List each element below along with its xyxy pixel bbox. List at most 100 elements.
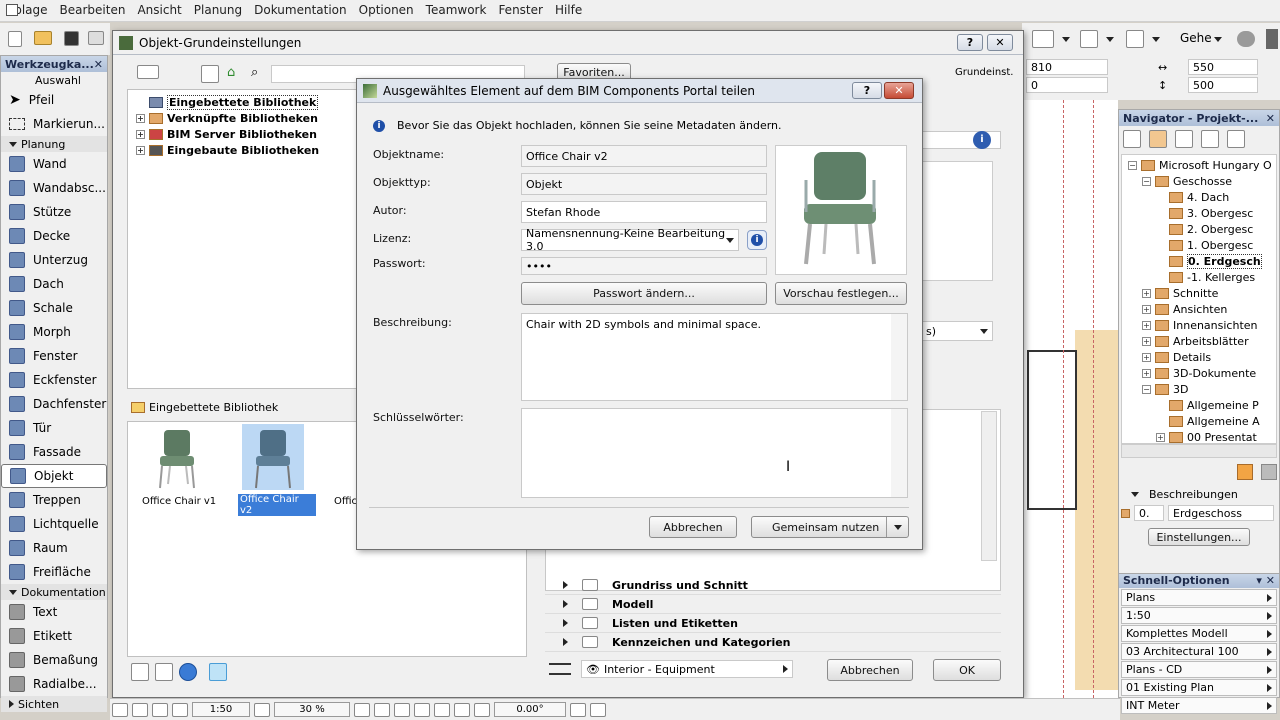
settings-section[interactable]: Grundriss und Schnitt — [545, 576, 1001, 595]
help-button[interactable]: ? — [957, 34, 983, 51]
zoom-out-icon[interactable] — [414, 702, 430, 717]
menu-bearbeiten[interactable]: Bearbeiten — [54, 0, 132, 20]
list-view-icon[interactable] — [137, 65, 159, 79]
plan-view-icon[interactable] — [1032, 30, 1054, 48]
menu-dokumentation[interactable]: Dokumentation — [248, 0, 353, 20]
tool-15[interactable]: Lichtquelle — [1, 512, 107, 536]
size-field-c[interactable]: 550 — [1188, 59, 1258, 75]
expand-icon[interactable]: − — [1142, 384, 1151, 394]
share-submit-button[interactable]: Gemeinsam nutzen — [751, 516, 909, 538]
zoom-in-icon[interactable] — [394, 702, 410, 717]
new-folder-icon[interactable] — [1237, 464, 1253, 480]
expand-icon[interactable]: + — [1142, 320, 1151, 330]
tool-marquee[interactable]: Markierun... — [1, 112, 107, 136]
tool-3[interactable]: Decke — [1, 224, 107, 248]
redo-icon[interactable] — [590, 702, 606, 717]
story-number-field[interactable]: 0. — [1134, 505, 1164, 521]
menu-hilfe[interactable]: Hilfe — [549, 0, 588, 20]
menu-planung[interactable]: Planung — [188, 0, 248, 20]
drawing-canvas[interactable] — [1022, 100, 1119, 698]
nav-item[interactable]: +3D-Dokumente — [1122, 365, 1276, 381]
close-button[interactable]: ✕ — [987, 34, 1013, 51]
pan-icon[interactable] — [434, 702, 450, 717]
next-icon[interactable] — [354, 702, 370, 717]
chevron-down-icon[interactable] — [1152, 37, 1160, 42]
panel-toggle-icon[interactable] — [1266, 29, 1278, 49]
expand-icon[interactable]: + — [1142, 304, 1151, 314]
coord-field-a[interactable]: 810 — [1026, 59, 1108, 75]
organizer-icon[interactable] — [1227, 130, 1245, 148]
tool-6[interactable]: Schale — [1, 296, 107, 320]
fit-icon[interactable] — [374, 702, 390, 717]
nav-item[interactable]: +00 Presentat — [1122, 429, 1276, 443]
tool-9[interactable]: Eckfenster — [1, 368, 107, 392]
rotate-icon[interactable] — [152, 702, 168, 717]
close-icon[interactable]: ✕ — [94, 58, 103, 71]
quick-option[interactable]: 01 Existing Plan — [1121, 679, 1277, 696]
tool-14[interactable]: Treppen — [1, 488, 107, 512]
3d-view-icon[interactable] — [1080, 30, 1098, 48]
tool-arrow[interactable]: ➤ Pfeil — [1, 88, 107, 112]
print-icon[interactable] — [88, 31, 104, 45]
quick-option[interactable]: Plans - CD — [1121, 661, 1277, 678]
nav-item[interactable]: + Arbeitsblätter — [1122, 333, 1276, 349]
library-icon[interactable] — [201, 65, 219, 83]
nav-item[interactable]: + Ansichten — [1122, 301, 1276, 317]
layout-icon[interactable] — [112, 702, 128, 717]
obj-ok-button[interactable]: OK — [933, 659, 1001, 681]
layer-dropdown[interactable]: 👁 Interior - Equipment — [581, 660, 793, 678]
tool-16[interactable]: Raum — [1, 536, 107, 560]
nav-item[interactable]: + Innenansichten — [1122, 317, 1276, 333]
author-field[interactable]: Stefan Rhode — [521, 201, 767, 223]
quick-option[interactable]: Plans — [1121, 589, 1277, 606]
tool-0[interactable]: Wand — [1, 152, 107, 176]
preview-dropdown[interactable]: s) — [921, 321, 993, 341]
set-preview-button[interactable]: Vorschau festlegen... — [775, 282, 907, 305]
tool-4[interactable]: Unterzug — [1, 248, 107, 272]
doku-tool-2[interactable]: Bemaßung — [1, 648, 107, 672]
save-icon[interactable] — [64, 31, 79, 46]
description-scrollbar[interactable] — [891, 314, 907, 400]
expand-icon[interactable]: + — [1142, 336, 1151, 346]
tool-7[interactable]: Morph — [1, 320, 107, 344]
layout-book-icon[interactable] — [1175, 130, 1193, 148]
tool-5[interactable]: Dach — [1, 272, 107, 296]
nav-item[interactable]: 4. Dach — [1122, 189, 1276, 205]
keywords-scrollbar[interactable] — [891, 409, 907, 497]
view-map-icon[interactable] — [1149, 130, 1167, 148]
close-button[interactable]: ✕ — [884, 82, 914, 99]
chevron-down-icon[interactable] — [1214, 37, 1222, 42]
quick-option[interactable]: Komplettes Modell — [1121, 625, 1277, 642]
prev-icon[interactable] — [172, 702, 188, 717]
license-info-icon[interactable]: i — [747, 230, 767, 250]
prev-zoom-icon[interactable] — [254, 702, 270, 717]
change-password-button[interactable]: Passwort ändern... — [521, 282, 767, 305]
rotate-view-icon[interactable] — [474, 702, 490, 717]
thumb-chair-v1[interactable]: Office Chair v1 — [138, 426, 218, 512]
expand-icon[interactable]: + — [136, 145, 145, 155]
password-field[interactable]: •••• — [521, 257, 767, 275]
new-object-icon[interactable] — [155, 663, 173, 681]
help-button[interactable]: ? — [852, 82, 882, 99]
nav-item[interactable]: + Details — [1122, 349, 1276, 365]
undo-icon[interactable] — [570, 702, 586, 717]
descriptions-header[interactable]: Beschreibungen — [1119, 486, 1279, 502]
expand-icon[interactable]: + — [1142, 368, 1151, 378]
publisher-icon[interactable] — [1201, 130, 1219, 148]
nav-item[interactable]: -1. Kellerges — [1122, 269, 1276, 285]
new-file-icon[interactable] — [8, 31, 22, 47]
tool-12[interactable]: Fassade — [1, 440, 107, 464]
coord-field-b[interactable]: 0 — [1026, 77, 1108, 93]
chevron-down-icon[interactable] — [886, 517, 908, 537]
keywords-textarea[interactable]: I — [521, 408, 908, 498]
open-folder-icon[interactable] — [34, 31, 52, 45]
scale-field[interactable]: 1:50 — [192, 702, 250, 717]
nav-item[interactable]: − Microsoft Hungary O — [1122, 157, 1276, 173]
doku-tool-3[interactable]: Radialbe... — [1, 672, 107, 696]
nav-item[interactable]: Allgemeine P — [1122, 397, 1276, 413]
chevron-down-icon[interactable]: ▾ ✕ — [1256, 574, 1275, 587]
share-cancel-button[interactable]: Abbrechen — [649, 516, 737, 538]
nav-item[interactable]: Allgemeine A — [1122, 413, 1276, 429]
nav-item[interactable]: 0. Erdgesch — [1122, 253, 1276, 269]
chevron-down-icon[interactable] — [1062, 37, 1070, 42]
